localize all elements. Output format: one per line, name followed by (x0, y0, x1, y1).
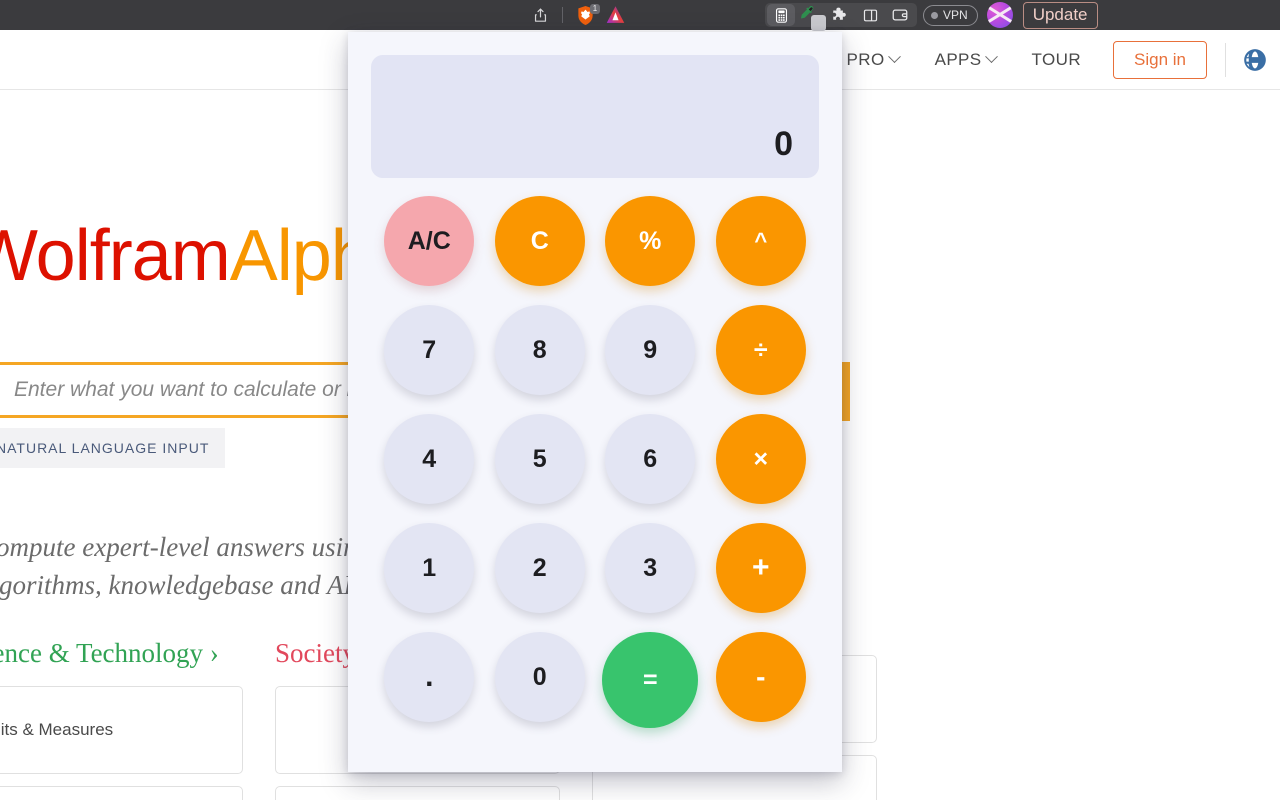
card-label: Units & Measures (0, 720, 114, 739)
shields-blocked-count: 1 (590, 4, 600, 14)
add-key[interactable]: + (715, 523, 806, 613)
logo-wolfram-text: Wolfram (0, 216, 231, 296)
digit-3-key[interactable]: 3 (605, 523, 696, 613)
vpn-label: VPN (943, 8, 968, 22)
digit-9-key[interactable]: 9 (605, 305, 696, 395)
digit-6-key[interactable]: 6 (605, 414, 696, 504)
calculator-display-value: 0 (774, 125, 793, 163)
digit-1-key[interactable]: 1 (384, 523, 475, 613)
calculator-extension-button[interactable] (767, 4, 795, 26)
main-nav: PRO APPS TOUR Sign in (829, 40, 1280, 79)
equals-key[interactable]: = (602, 632, 699, 728)
all-clear-key[interactable]: A/C (384, 196, 475, 286)
category-title[interactable]: Science & Technology › (0, 638, 243, 669)
profile-avatar-icon[interactable] (986, 2, 1013, 28)
nav-label-apps: APPS (934, 49, 982, 69)
share-icon[interactable] (525, 3, 555, 27)
power-key[interactable]: ^ (715, 196, 806, 286)
eyedropper-icon[interactable] (795, 3, 826, 31)
category-card-secondary[interactable] (0, 786, 243, 800)
nav-item-apps[interactable]: APPS (917, 50, 1014, 70)
browser-toolbar: 1 VPN Update (0, 0, 1280, 31)
sign-in-button[interactable]: Sign in (1113, 40, 1207, 79)
subtract-key[interactable]: - (715, 632, 806, 722)
brave-shields-icon[interactable]: 1 (570, 3, 600, 27)
screen: PRO APPS TOUR Sign in WolframAlpha Enter… (0, 0, 1280, 800)
chevron-down-icon (984, 50, 998, 64)
digit-8-key[interactable]: 8 (494, 305, 585, 395)
toolbar-extensions-group (765, 3, 917, 31)
toolbar-page-actions: 1 (525, 0, 630, 30)
clear-key[interactable]: C (494, 196, 585, 286)
multiply-key[interactable]: × (715, 414, 806, 504)
nav-item-tour[interactable]: TOUR (1014, 50, 1099, 70)
chevron-down-icon (887, 50, 901, 64)
toolbar-account-group: VPN Update (917, 0, 1098, 30)
calculator-display: 0 (371, 55, 819, 178)
wallet-icon[interactable] (885, 3, 915, 27)
calculator-keypad: A/C C% ^ 7 8 9 ÷ 4 5 6 × 1 2 3 +. 0 = - (348, 196, 842, 728)
tab-natural-language-input[interactable]: NATURAL LANGUAGE INPUT (0, 428, 226, 468)
category-science-technology: Science & Technology › Units & Measures (0, 638, 243, 800)
digit-4-key[interactable]: 4 (384, 414, 475, 504)
brave-logo-icon[interactable] (600, 3, 630, 27)
digit-7-key[interactable]: 7 (384, 305, 475, 395)
divide-key[interactable]: ÷ (715, 305, 806, 395)
toolbar-divider (562, 7, 563, 23)
calculator-popup: 0 A/C C% ^ 7 8 9 ÷ 4 5 6 × 1 2 3 +. 0 = - (348, 32, 842, 772)
nav-label-pro: PRO (846, 49, 885, 69)
vpn-status-dot (931, 11, 938, 19)
percent-key[interactable]: % (605, 196, 696, 286)
color-swatch (811, 15, 826, 31)
toolbar-left-spacer (0, 0, 525, 30)
vpn-button[interactable]: VPN (923, 4, 978, 26)
digit-0-key[interactable]: 0 (494, 632, 585, 722)
digit-2-key[interactable]: 2 (494, 523, 585, 613)
sidebar-panel-icon[interactable] (855, 3, 885, 27)
header-divider (1225, 42, 1226, 77)
decimal-point-key[interactable]: . (384, 632, 475, 722)
category-card-secondary[interactable] (275, 786, 560, 800)
update-button[interactable]: Update (1022, 1, 1098, 29)
nav-label-tour: TOUR (1031, 49, 1082, 69)
digit-5-key[interactable]: 5 (494, 414, 585, 504)
globe-icon[interactable] (1242, 47, 1268, 73)
puzzle-piece-icon[interactable] (825, 3, 855, 27)
category-card-units-measures[interactable]: Units & Measures (0, 686, 243, 774)
